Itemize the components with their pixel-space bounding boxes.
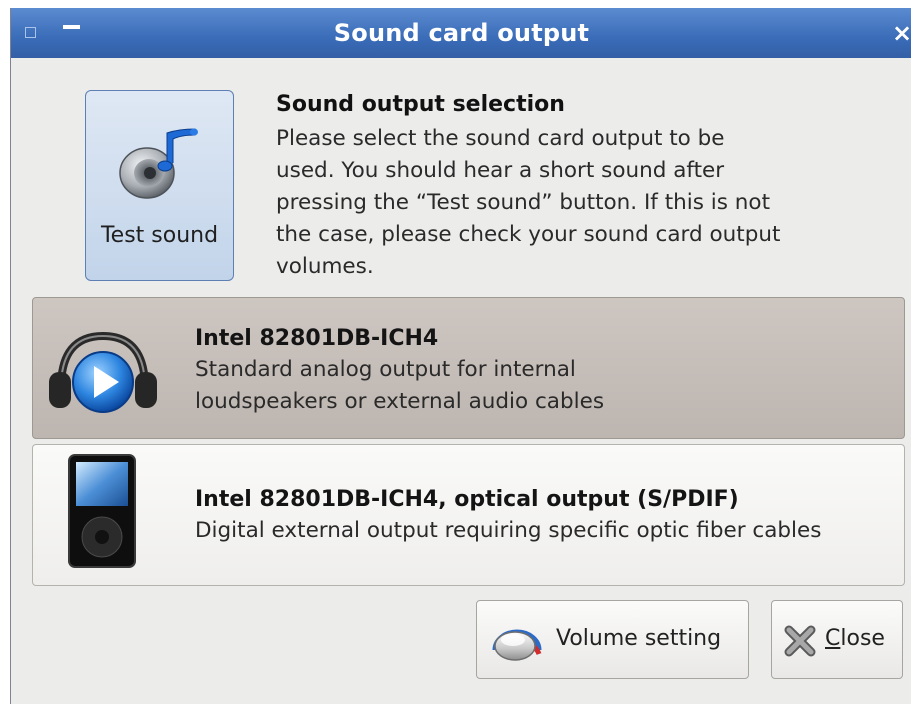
- output-description-line: loudspeakers or external audio cables: [195, 389, 605, 414]
- description-line: the case, please check your sound card o…: [276, 222, 781, 247]
- window-title: Sound card output: [333, 19, 590, 47]
- close-label: Close: [825, 626, 885, 651]
- output-description: Standard analog output for internal loud…: [195, 354, 604, 418]
- test-sound-label: Test sound: [100, 223, 219, 248]
- close-label-rest: lose: [840, 626, 885, 651]
- output-description-line: Digital external output requiring specif…: [195, 518, 822, 543]
- close-window-icon[interactable]: ×: [892, 20, 911, 46]
- close-button[interactable]: Close: [771, 600, 903, 679]
- speaker-music-note-icon: [119, 128, 198, 199]
- section-description: Please select the sound card output to b…: [276, 123, 881, 283]
- description-line: Please select the sound card output to b…: [276, 126, 725, 151]
- test-sound-button[interactable]: Test sound: [85, 90, 234, 281]
- volume-setting-button[interactable]: Volume setting: [476, 600, 749, 679]
- output-description: Digital external output requiring specif…: [195, 515, 821, 547]
- headphones-play-icon: [49, 331, 157, 413]
- output-name: Intel 82801DB-ICH4, optical output (S/PD…: [195, 487, 739, 512]
- output-item-optical[interactable]: Intel 82801DB-ICH4, optical output (S/PD…: [32, 444, 905, 586]
- output-item-analog[interactable]: Intel 82801DB-ICH4 Standard analog outpu…: [32, 297, 905, 439]
- media-player-icon: [68, 454, 136, 568]
- output-name: Intel 82801DB-ICH4: [195, 326, 439, 351]
- close-label-mnemonic: C: [825, 626, 841, 651]
- title-bar[interactable]: Sound card output ×: [11, 8, 911, 58]
- volume-setting-label: Volume setting: [556, 626, 722, 651]
- description-line: volumes.: [276, 254, 374, 279]
- volume-knob-icon: [492, 629, 542, 661]
- description-line: used. You should hear a short sound afte…: [276, 158, 725, 183]
- section-title: Sound output selection: [276, 92, 565, 117]
- dialog-window: Sound card output × Test sound Sound out…: [10, 8, 911, 704]
- output-description-line: Standard analog output for internal: [195, 357, 576, 382]
- close-x-icon: [784, 625, 816, 657]
- description-line: pressing the “Test sound” button. If thi…: [276, 190, 770, 215]
